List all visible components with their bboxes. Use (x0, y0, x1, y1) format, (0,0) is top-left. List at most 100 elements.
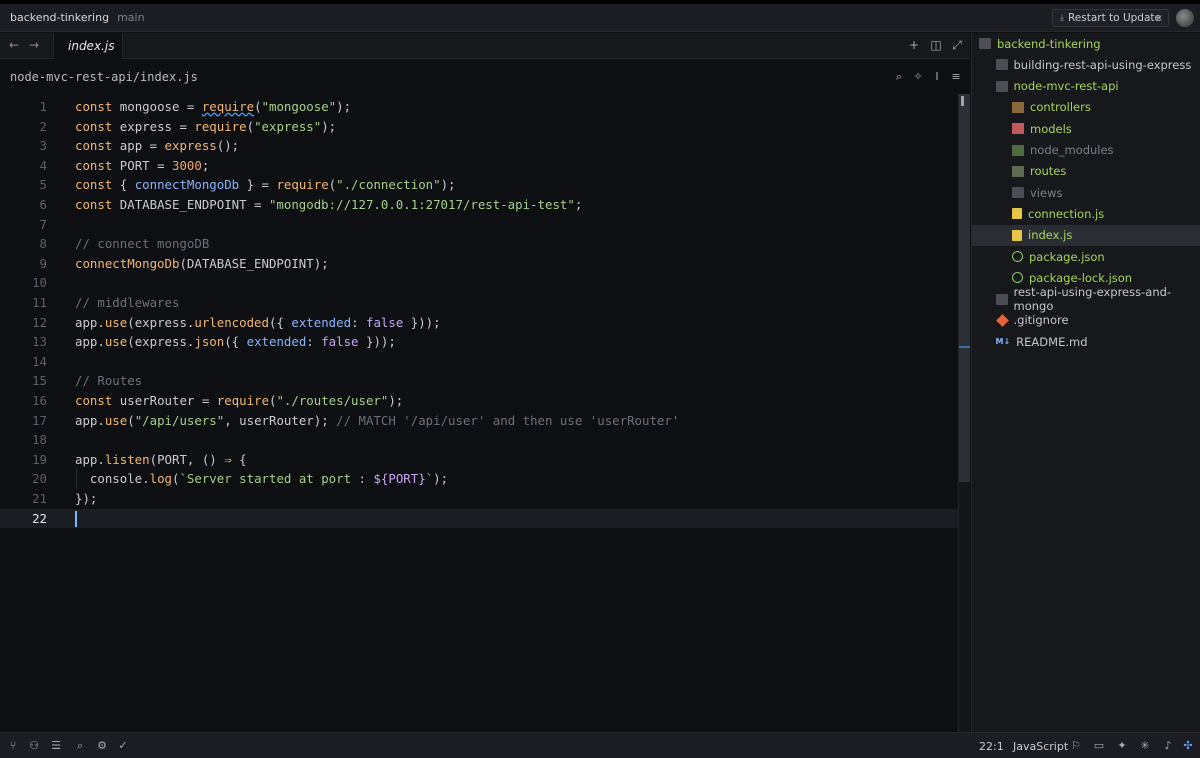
code-text: const userRouter = require("./routes/use… (75, 393, 404, 408)
close-icon[interactable]: × (1152, 10, 1166, 26)
breadcrumb-bar: node-mvc-rest-api/index.js ⌕ ✧ I ≡ (0, 60, 970, 94)
file-tree-item[interactable]: views (972, 182, 1200, 203)
markdown-icon: M↓ (995, 337, 1011, 347)
code-line[interactable]: 15 // Routes (0, 371, 958, 391)
line-number: 21 (32, 491, 47, 506)
collaborators-icon[interactable]: ⚇ (27, 739, 41, 753)
search-icon[interactable]: ⌕ (892, 70, 906, 84)
notifications-bell-icon[interactable]: ♪ (1161, 739, 1175, 753)
split-pane-icon[interactable]: ◫ (929, 38, 943, 52)
file-tree-item[interactable]: index.js (972, 224, 1200, 246)
language-selector[interactable]: JavaScript (1013, 740, 1068, 753)
file-tree-label: backend-tinkering (997, 36, 1101, 51)
new-tab-icon[interactable]: + (907, 38, 921, 52)
settings-sliders-icon[interactable]: ≡ (949, 70, 963, 84)
line-number: 11 (32, 295, 47, 310)
code-line[interactable]: 1 const mongoose = require("mongoose"); (0, 97, 958, 117)
diagnostics-icon[interactable]: ⚙ (95, 739, 109, 753)
code-line[interactable]: 4 const PORT = 3000; (0, 156, 958, 176)
code-line[interactable]: 7 (0, 215, 958, 235)
code-line[interactable]: 16 const userRouter = require("./routes/u… (0, 391, 958, 411)
file-tree-label: building-rest-api-using-express (1013, 57, 1192, 72)
code-text: console.log(`Server started at port : ${… (75, 471, 449, 487)
file-tree-item[interactable]: package.json (972, 246, 1200, 267)
back-arrow-icon[interactable]: ← (7, 38, 21, 52)
cursor-position[interactable]: 22:1 (979, 740, 1004, 753)
code-line[interactable]: 22 (0, 508, 958, 529)
branch-name[interactable]: main (117, 11, 144, 24)
file-tree-label: README.md (1016, 334, 1088, 349)
ai-icon[interactable]: ✳ (1138, 739, 1152, 753)
file-tree-label: node_modules (1030, 143, 1114, 157)
code-text: app.listen(PORT, () ⇒ { (75, 451, 247, 467)
file-tree-item[interactable]: node_modules (972, 140, 1200, 161)
git-branch-icon[interactable]: ⑂ (6, 739, 20, 753)
file-tree-item[interactable]: models (972, 118, 1200, 139)
file-tree-item[interactable]: routes (972, 161, 1200, 182)
file-tree-item[interactable]: M↓ README.md (972, 331, 1200, 352)
project-panel: backend-tinkering building-rest-api-using… (971, 33, 1200, 732)
file-tree-item[interactable]: .gitignore (972, 310, 1200, 331)
js-file-icon (1012, 208, 1022, 220)
code-line[interactable]: 21}); (0, 489, 958, 509)
search-icon[interactable]: ⌕ (73, 739, 87, 753)
outline-icon[interactable]: ☰ (49, 739, 63, 753)
code-line[interactable]: 8 // connect mongoDB (0, 234, 958, 254)
avatar[interactable] (1176, 9, 1194, 27)
code-line[interactable]: 3 const app = express(); (0, 136, 958, 156)
code-editor[interactable]: 1 const mongoose = require("mongoose"); 2 c… (0, 94, 970, 732)
project-name[interactable]: backend-tinkering (10, 11, 109, 24)
file-tree-item[interactable]: building-rest-api-using-express (972, 54, 1200, 75)
code-text: app.use(express.json({ extended: false }… (75, 334, 396, 350)
file-tree-item[interactable]: node-mvc-rest-api (972, 76, 1200, 97)
line-number: 18 (32, 432, 47, 448)
file-tree-item[interactable]: controllers (972, 97, 1200, 118)
scrollbar-thumb[interactable] (959, 94, 970, 482)
line-number: 10 (32, 275, 47, 291)
code-text: const express = require("express"); (75, 118, 337, 134)
line-number: 4 (39, 157, 47, 173)
node-modules-folder-icon (1012, 144, 1024, 156)
code-line[interactable]: 9 connectMongoDb(DATABASE_ENDPOINT); (0, 254, 958, 274)
line-number: 8 (39, 236, 47, 252)
code-line[interactable]: 14 (0, 352, 958, 372)
text-cursor-icon[interactable]: I (930, 70, 944, 84)
code-line[interactable]: 19 app.listen(PORT, () ⇒ { (0, 450, 958, 470)
code-text: // Routes (75, 373, 143, 389)
code-line[interactable]: 10 (0, 273, 958, 293)
file-tree-label: connection.js (1028, 206, 1105, 221)
file-tree-label: rest-api-using-express-and-mongo (1013, 285, 1172, 314)
file-tree-item[interactable]: connection.js (972, 203, 1200, 224)
code-line[interactable]: 2 const express = require("express"); (0, 117, 958, 137)
maximize-icon[interactable]: ⤢ (950, 38, 964, 52)
file-tree-item[interactable]: backend-tinkering (972, 33, 1200, 54)
code-text: // middlewares (75, 295, 180, 310)
check-icon[interactable]: ✓ (116, 739, 130, 753)
language-server-icon[interactable]: ⚐ (1069, 739, 1083, 753)
code-line[interactable]: 11 // middlewares (0, 293, 958, 313)
code-text: app.use(express.urlencoded({ extended: f… (75, 314, 441, 330)
copilot-icon[interactable]: ✣ (1181, 739, 1195, 753)
line-number: 3 (39, 138, 47, 154)
tab-index-js[interactable]: index.js (53, 33, 123, 59)
code-line[interactable]: 20 console.log(`Server started at port :… (0, 469, 958, 489)
text-cursor (75, 510, 77, 527)
breadcrumb[interactable]: node-mvc-rest-api/index.js (10, 70, 198, 84)
tab-label: index.js (68, 39, 115, 53)
code-line[interactable]: 13 app.use(express.json({ extended: false… (0, 332, 958, 352)
code-line[interactable]: 5 const { connectMongoDb } = require("./c… (0, 175, 958, 195)
code-line[interactable]: 18 (0, 430, 958, 450)
code-line[interactable]: 12 app.use(express.urlencoded({ extended:… (0, 313, 958, 333)
file-tree-label: routes (1030, 164, 1067, 179)
code-text: const DATABASE_ENDPOINT = "mongodb://127… (75, 197, 583, 212)
terminal-icon[interactable]: ▭ (1092, 739, 1106, 753)
editor-scrollbar[interactable] (958, 94, 970, 732)
code-line[interactable]: 17 app.use("/api/users", userRouter); // … (0, 411, 958, 431)
assistant-icon[interactable]: ✦ (1115, 739, 1129, 753)
forward-arrow-icon[interactable]: → (27, 38, 41, 52)
code-line[interactable]: 6 const DATABASE_ENDPOINT = "mongodb://12… (0, 195, 958, 215)
scroll-marker (961, 96, 964, 106)
line-number: 1 (39, 99, 47, 114)
file-tree-item[interactable]: rest-api-using-express-and-mongo (972, 285, 1200, 313)
assistant-sparkle-icon[interactable]: ✧ (911, 70, 925, 84)
